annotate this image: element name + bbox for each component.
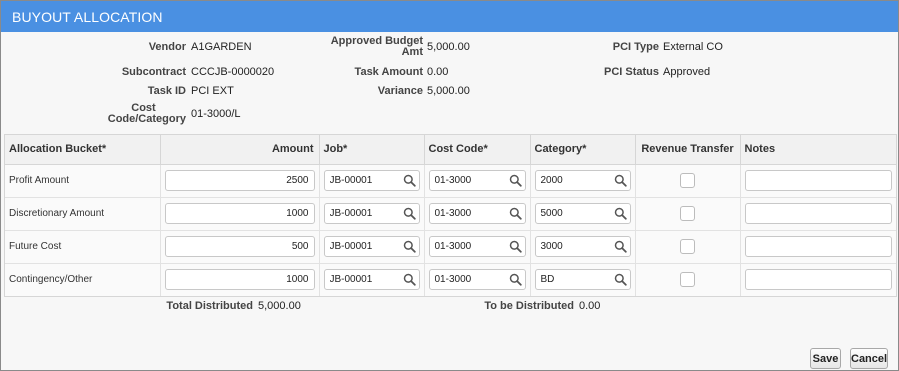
search-icon[interactable] (403, 174, 416, 187)
search-icon[interactable] (509, 207, 522, 220)
total-distributed-value: 5,000.00 (258, 300, 301, 312)
save-button[interactable]: Save (810, 348, 841, 369)
search-icon[interactable] (509, 273, 522, 286)
table-row: Contingency/Other (5, 263, 896, 296)
pci-status-value: Approved (663, 66, 711, 78)
revenue-transfer-checkbox[interactable] (680, 206, 695, 221)
allocation-table: Allocation Bucket* Amount Job* Cost Code… (4, 134, 897, 297)
cancel-button[interactable]: Cancel (850, 348, 888, 369)
search-icon[interactable] (509, 240, 522, 253)
table-header-row: Allocation Bucket* Amount Job* Cost Code… (5, 135, 896, 165)
search-icon[interactable] (403, 207, 416, 220)
search-icon[interactable] (614, 174, 627, 187)
column-header-job: Job* (319, 135, 425, 165)
amount-input[interactable] (164, 170, 315, 191)
amount-input[interactable] (164, 203, 315, 224)
revenue-transfer-checkbox[interactable] (680, 239, 695, 254)
category-lookup (534, 236, 631, 257)
cost-code-lookup (428, 269, 526, 291)
total-distributed-label: Total Distributed (166, 300, 253, 312)
cost-code-lookup (428, 170, 526, 191)
task-amount-label: Task Amount (354, 66, 423, 78)
search-icon[interactable] (403, 273, 416, 286)
bucket-cell: Future Cost (5, 230, 161, 264)
task-id-label: Task ID (147, 85, 186, 97)
amount-input[interactable] (164, 269, 315, 291)
approved-budget-value: 5,000.00 (427, 41, 470, 53)
subcontract-value: CCCJB-0000020 (191, 66, 275, 78)
task-amount-value: 0.00 (427, 66, 449, 78)
search-icon[interactable] (614, 207, 627, 220)
revenue-transfer-checkbox[interactable] (680, 272, 695, 288)
pci-type-value: External CO (663, 41, 723, 53)
task-id-value: PCI EXT (191, 85, 234, 97)
pci-type-label: PCI Type (612, 41, 659, 53)
category-lookup (534, 170, 631, 191)
table-row: Future Cost (5, 230, 896, 264)
bucket-cell: Profit Amount (5, 164, 161, 198)
category-lookup (534, 203, 631, 224)
job-lookup (323, 170, 420, 191)
cost-code-lookup (428, 236, 526, 257)
revenue-transfer-checkbox[interactable] (680, 173, 695, 188)
subcontract-label: Subcontract (121, 66, 186, 78)
pci-status-label: PCI Status (603, 66, 659, 78)
approved-budget-label-line2: Amt (401, 46, 423, 58)
totals-bar: Total Distributed 5,000.00 To be Distrib… (1, 301, 898, 315)
to-be-distributed-label: To be Distributed (484, 300, 574, 312)
search-icon[interactable] (614, 240, 627, 253)
notes-input[interactable] (744, 236, 892, 257)
job-lookup (323, 203, 420, 224)
amount-input[interactable] (164, 236, 315, 257)
job-lookup (323, 236, 420, 257)
bucket-cell: Contingency/Other (5, 263, 161, 296)
notes-input[interactable] (744, 170, 892, 191)
table-row: Discretionary Amount (5, 197, 896, 231)
allocation-info-panel: Vendor A1GARDEN Subcontract CCCJB-000002… (1, 32, 898, 133)
notes-input[interactable] (744, 269, 892, 291)
variance-label: Variance (377, 85, 423, 97)
search-icon[interactable] (403, 240, 416, 253)
column-header-category: Category* (530, 135, 636, 165)
job-lookup (323, 269, 420, 291)
variance-value: 5,000.00 (427, 85, 470, 97)
column-header-bucket: Allocation Bucket* (5, 135, 161, 165)
search-icon[interactable] (509, 174, 522, 187)
to-be-distributed-value: 0.00 (579, 300, 601, 312)
column-header-amount: Amount (160, 135, 320, 165)
cost-code-lookup (428, 203, 526, 224)
table-row: Profit Amount (5, 164, 896, 198)
notes-input[interactable] (744, 203, 892, 224)
column-header-notes: Notes (740, 135, 896, 165)
buyout-allocation-dialog: BUYOUT ALLOCATION Vendor A1GARDEN Subcon… (0, 0, 899, 371)
vendor-value: A1GARDEN (191, 41, 252, 53)
dialog-title: BUYOUT ALLOCATION (1, 1, 898, 32)
bucket-cell: Discretionary Amount (5, 197, 161, 231)
cost-code-value: 01-3000/L (191, 108, 241, 120)
cost-code-label-line2: Code/Category (107, 113, 186, 125)
vendor-label: Vendor (148, 41, 186, 53)
column-header-cost-code: Cost Code* (424, 135, 531, 165)
search-icon[interactable] (614, 273, 627, 286)
category-lookup (534, 269, 631, 291)
column-header-revenue-transfer: Revenue Transfer (635, 135, 741, 165)
